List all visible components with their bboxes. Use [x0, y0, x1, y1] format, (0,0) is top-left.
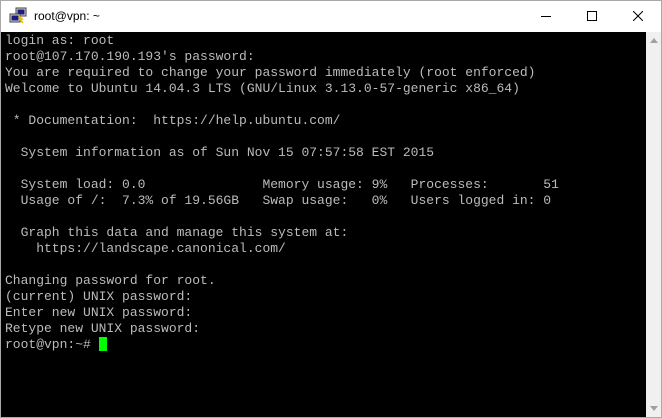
scroll-down-arrow-icon — [650, 406, 658, 411]
scroll-up-arrow-icon — [650, 38, 658, 43]
text-cursor — [98, 337, 107, 351]
terminal-line: login as: root — [5, 33, 115, 48]
terminal-line: (current) UNIX password: — [5, 289, 193, 304]
terminal-line: Retype new UNIX password: — [5, 321, 201, 336]
prompt-line: root@vpn:~# — [5, 337, 559, 353]
minimize-button[interactable] — [523, 1, 569, 31]
terminal-line: root@107.170.190.193's password: — [5, 49, 255, 64]
maximize-button[interactable] — [569, 1, 615, 31]
terminal-line: Usage of /: 7.3% of 19.56GB Swap usage: … — [5, 193, 552, 208]
putty-icon[interactable] — [9, 7, 27, 25]
minimize-icon — [541, 16, 551, 17]
scroll-up-button[interactable] — [646, 32, 661, 49]
terminal-output: login as: root root@107.170.190.193's pa… — [5, 33, 559, 353]
terminal-line: Welcome to Ubuntu 14.04.3 LTS (GNU/Linux… — [5, 81, 520, 96]
window-title: root@vpn: ~ — [34, 9, 100, 23]
scroll-track[interactable] — [646, 49, 661, 400]
scroll-down-button[interactable] — [646, 400, 661, 417]
title-bar[interactable]: root@vpn: ~ — [1, 1, 661, 32]
terminal-line: You are required to change your password… — [5, 65, 536, 80]
close-button[interactable] — [615, 1, 661, 31]
shell-prompt: root@vpn:~# — [5, 337, 99, 352]
terminal-line: https://landscape.canonical.com/ — [5, 241, 286, 256]
terminal-area[interactable]: login as: root root@107.170.190.193's pa… — [1, 32, 646, 417]
vertical-scrollbar[interactable] — [646, 32, 661, 417]
terminal-line: Enter new UNIX password: — [5, 305, 193, 320]
terminal-line: Changing password for root. — [5, 273, 216, 288]
putty-window: root@vpn: ~ login as: root root@107.170.… — [0, 0, 662, 418]
terminal-line: System information as of Sun Nov 15 07:5… — [5, 145, 435, 160]
terminal-line: System load: 0.0 Memory usage: 9% Proces… — [5, 177, 559, 192]
maximize-icon — [587, 11, 597, 21]
terminal-line: Graph this data and manage this system a… — [5, 225, 349, 240]
terminal-line: * Documentation: https://help.ubuntu.com… — [5, 113, 341, 128]
close-icon — [633, 11, 643, 21]
